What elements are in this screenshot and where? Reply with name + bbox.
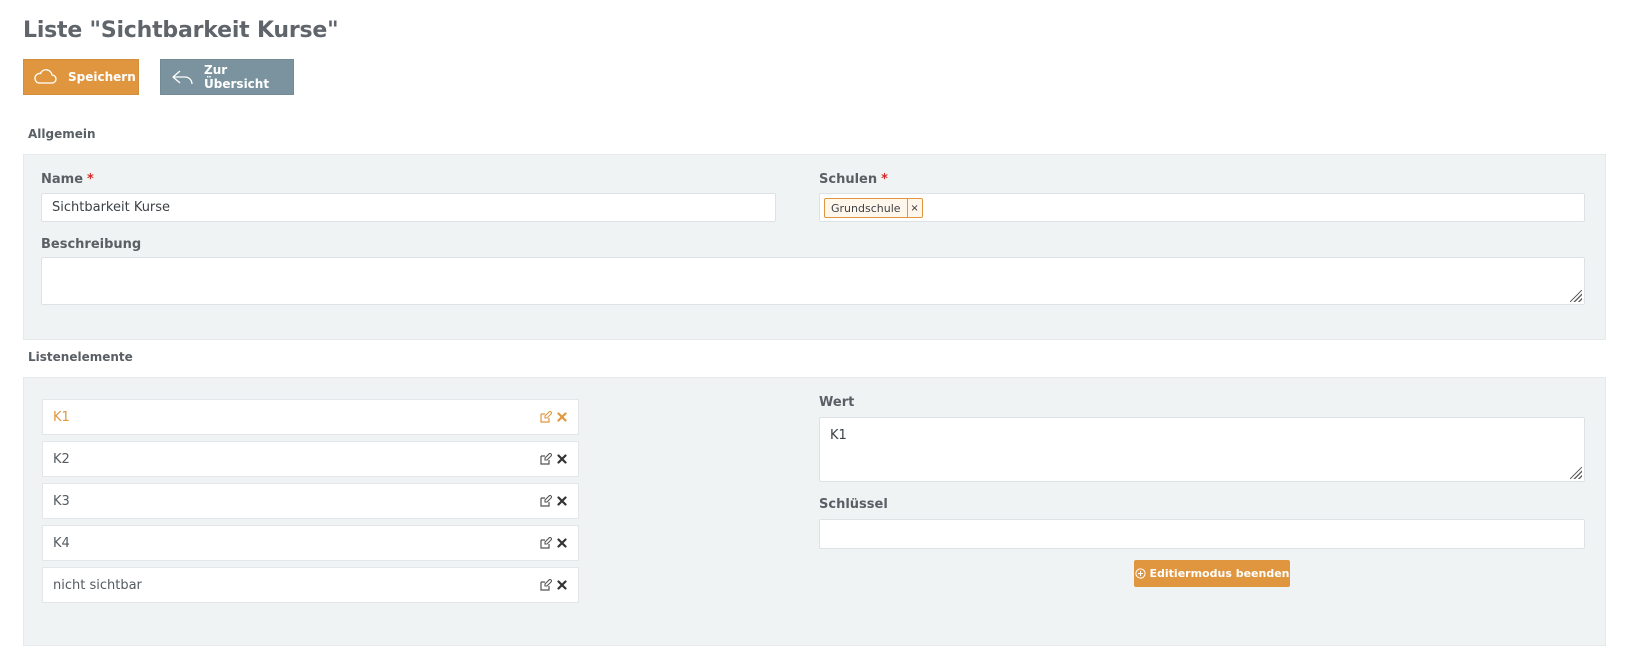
edit-icon[interactable]	[540, 495, 552, 507]
close-icon[interactable]	[556, 579, 568, 591]
school-tag-label: Grundschule	[831, 201, 901, 215]
value-label: Wert	[819, 395, 855, 410]
close-icon[interactable]	[556, 495, 568, 507]
list-item-label: K3	[53, 493, 70, 509]
schools-label: Schulen *	[819, 172, 888, 187]
save-button-label: Speichern	[68, 70, 136, 84]
general-panel: Name * Sichtbarkeit Kurse Schulen * Grunds…	[23, 154, 1606, 340]
resize-handle[interactable]	[1570, 290, 1582, 302]
edit-icon[interactable]	[540, 537, 552, 549]
end-edit-mode-button[interactable]: Editiermodus beenden	[1134, 560, 1290, 587]
schools-select[interactable]: Grundschule ×	[819, 193, 1585, 222]
description-label: Beschreibung	[41, 237, 142, 252]
remove-tag-button[interactable]: ×	[906, 199, 922, 217]
edit-icon[interactable]	[540, 453, 552, 465]
key-input[interactable]	[819, 519, 1585, 549]
list-item-label: K4	[53, 535, 70, 551]
close-icon[interactable]	[556, 537, 568, 549]
list-item[interactable]: nicht sichtbar	[42, 567, 579, 603]
edit-icon[interactable]	[540, 579, 552, 591]
list-elements: K1 K2 K3 K4 nicht sichtbar	[42, 399, 579, 609]
list-item-actions	[540, 484, 568, 518]
description-textarea[interactable]	[41, 257, 1585, 305]
name-input[interactable]: Sichtbarkeit Kurse	[41, 193, 776, 222]
list-item-actions	[540, 442, 568, 476]
close-icon[interactable]	[556, 411, 568, 423]
end-edit-mode-label: Editiermodus beenden	[1149, 567, 1290, 580]
required-mark: *	[881, 172, 888, 187]
school-tag: Grundschule ×	[824, 198, 923, 218]
name-input-value: Sichtbarkeit Kurse	[52, 200, 171, 215]
section-list-elements-label: Listenelemente	[28, 350, 133, 364]
list-item[interactable]: K4	[42, 525, 579, 561]
back-button-label: Zur Übersicht	[204, 63, 270, 91]
list-item-actions	[540, 526, 568, 560]
save-button[interactable]: Speichern	[23, 59, 139, 95]
edit-icon[interactable]	[540, 411, 552, 423]
value-textarea[interactable]: K1	[819, 417, 1585, 482]
list-item[interactable]: K3	[42, 483, 579, 519]
list-item[interactable]: K1	[42, 399, 579, 435]
list-item-label: nicht sichtbar	[53, 577, 142, 593]
reply-icon	[171, 69, 196, 85]
name-label: Name *	[41, 172, 94, 187]
section-general-label: Allgemein	[28, 127, 96, 141]
list-elements-panel: K1 K2 K3 K4 nicht sichtbar Wert K1 Schlü…	[23, 377, 1606, 646]
cloud-icon	[33, 69, 59, 85]
list-item[interactable]: K2	[42, 441, 579, 477]
back-to-overview-button[interactable]: Zur Übersicht	[160, 59, 294, 95]
close-icon[interactable]	[556, 453, 568, 465]
circle-plus-icon	[1134, 568, 1146, 579]
page-title: Liste "Sichtbarkeit Kurse"	[23, 18, 339, 43]
name-label-text: Name	[41, 172, 84, 187]
required-mark: *	[87, 172, 94, 187]
resize-handle[interactable]	[1570, 467, 1582, 479]
list-item-actions	[540, 400, 568, 434]
page: Liste "Sichtbarkeit Kurse" Speichern Zur…	[0, 0, 1628, 671]
list-item-label: K1	[53, 409, 70, 425]
key-label: Schlüssel	[819, 497, 888, 512]
list-item-actions	[540, 568, 568, 602]
list-item-label: K2	[53, 451, 70, 467]
schools-label-text: Schulen	[819, 172, 878, 187]
value-textarea-value: K1	[830, 428, 847, 443]
